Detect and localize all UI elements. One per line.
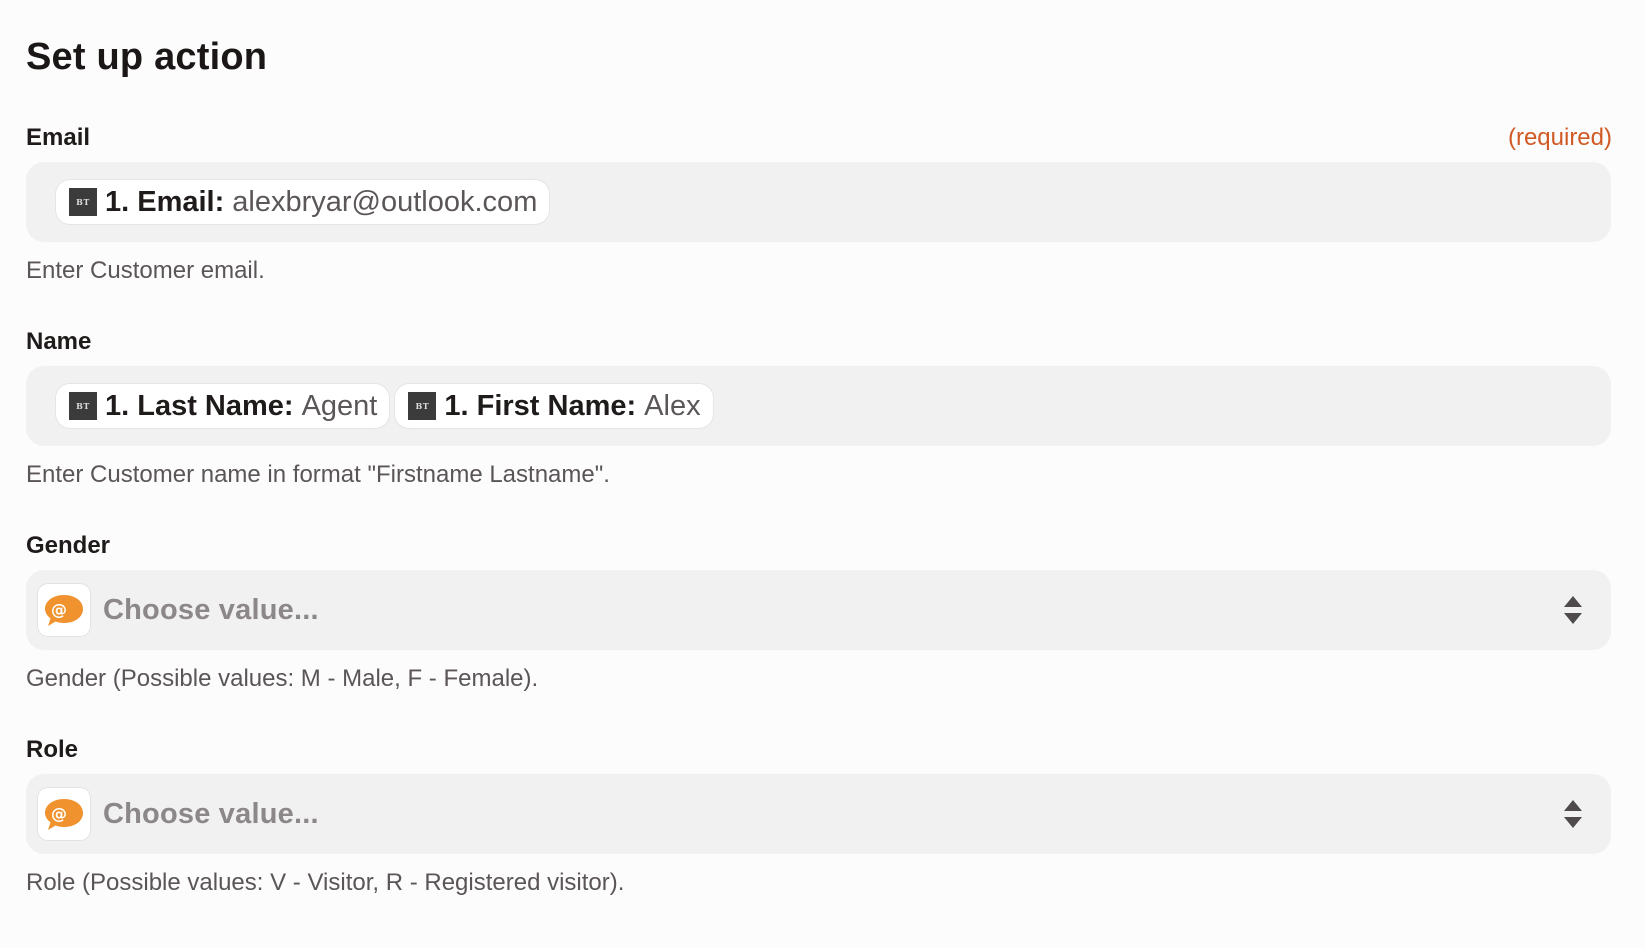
chat-bubble-at-icon: @ — [38, 584, 90, 636]
bt-app-icon: BT — [69, 392, 97, 420]
gender-placeholder: Choose value... — [103, 593, 319, 626]
role-select-content: @ Choose value... — [38, 788, 319, 840]
svg-text:@: @ — [51, 600, 67, 619]
arrow-down-shape — [1564, 817, 1582, 828]
email-help-text: Enter Customer email. — [26, 257, 265, 284]
role-placeholder: Choose value... — [103, 797, 319, 830]
svg-text:@: @ — [51, 804, 67, 823]
gender-label-row: Gender — [26, 528, 1622, 560]
updown-arrow-icon[interactable] — [1563, 596, 1583, 624]
pill-value: Alex — [644, 389, 701, 422]
pill-key: 1. Last Name: — [105, 389, 294, 422]
email-pill[interactable]: BT 1. Email: alexbryar@outlook.com — [56, 180, 550, 224]
arrow-up-shape — [1564, 800, 1582, 811]
name-field[interactable]: BT 1. Last Name: Agent BT 1. First Name:… — [26, 366, 1611, 446]
pill-value: Agent — [301, 389, 378, 422]
bt-app-icon: BT — [69, 188, 97, 216]
pill-key: 1. First Name: — [444, 389, 637, 422]
arrow-up-shape — [1564, 596, 1582, 607]
updown-arrow-icon[interactable] — [1563, 800, 1583, 828]
role-label: Role — [26, 736, 79, 763]
email-label-row: Email (required) — [26, 120, 1622, 152]
gender-help-text: Gender (Possible values: M - Male, F - F… — [26, 665, 539, 692]
chat-bubble-at-icon: @ — [38, 788, 90, 840]
gender-select-content: @ Choose value... — [38, 584, 319, 636]
name-help-text: Enter Customer name in format "Firstname… — [26, 461, 610, 488]
role-field-group: Role @ Choose value... Role (Possible va… — [26, 732, 1622, 898]
pill-value: alexbryar@outlook.com — [232, 185, 538, 218]
page-title: Set up action — [26, 36, 268, 78]
setup-action-panel: Set up action Email (required) BT 1. Ema… — [0, 0, 1646, 948]
role-select[interactable]: @ Choose value... — [26, 774, 1611, 854]
bt-app-icon: BT — [408, 392, 437, 420]
gender-select[interactable]: @ Choose value... — [26, 570, 1611, 650]
name-field-group: Name BT 1. Last Name: Agent BT 1. First … — [26, 324, 1622, 490]
gender-label: Gender — [26, 532, 111, 559]
name-label-row: Name — [26, 324, 1622, 356]
role-label-row: Role — [26, 732, 1622, 764]
arrow-down-shape — [1564, 613, 1582, 624]
email-field-group: Email (required) BT 1. Email: alexbryar@… — [26, 120, 1622, 286]
email-label: Email — [26, 124, 91, 151]
required-indicator: (required) — [1507, 124, 1612, 151]
email-field[interactable]: BT 1. Email: alexbryar@outlook.com — [26, 162, 1611, 242]
first-name-pill[interactable]: BT 1. First Name: Alex — [395, 384, 713, 428]
last-name-pill[interactable]: BT 1. Last Name: Agent — [56, 384, 390, 428]
gender-field-group: Gender @ Choose value... Gender (Possibl… — [26, 528, 1622, 694]
name-label: Name — [26, 328, 92, 355]
pill-key: 1. Email: — [105, 185, 225, 218]
role-help-text: Role (Possible values: V - Visitor, R - … — [26, 869, 625, 896]
